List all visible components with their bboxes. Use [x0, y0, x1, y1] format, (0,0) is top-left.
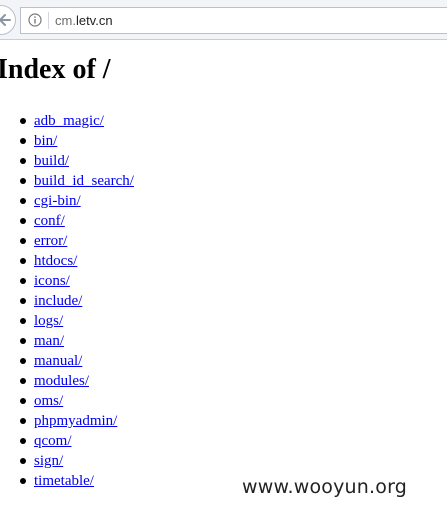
url-host-domain: letv.cn: [75, 13, 113, 28]
directory-list-item: build/: [0, 151, 134, 171]
info-icon[interactable]: [28, 13, 42, 27]
bullet-icon: [20, 258, 26, 264]
address-separator: [48, 12, 49, 29]
directory-list-item: cgi-bin/: [0, 191, 134, 211]
url-text[interactable]: cm.letv.cn: [55, 13, 113, 28]
directory-list-item: modules/: [0, 371, 134, 391]
bullet-icon: [20, 178, 26, 184]
directory-list-item: phpmyadmin/: [0, 411, 134, 431]
bullet-icon: [20, 418, 26, 424]
bullet-icon: [20, 278, 26, 284]
directory-link[interactable]: manual/: [34, 353, 82, 369]
directory-link[interactable]: adb_magic/: [34, 113, 104, 129]
directory-link[interactable]: phpmyadmin/: [34, 413, 117, 429]
directory-list-item: qcom/: [0, 431, 134, 451]
directory-list-item: man/: [0, 331, 134, 351]
browser-window: cm.letv.cn Index of / adb_magic/bin/buil…: [0, 0, 447, 517]
directory-list-item: oms/: [0, 391, 134, 411]
bullet-icon: [20, 378, 26, 384]
directory-list-item: sign/: [0, 451, 134, 471]
bullet-icon: [20, 118, 26, 124]
bullet-icon: [20, 298, 26, 304]
address-bar[interactable]: cm.letv.cn: [20, 7, 447, 34]
directory-list-item: bin/: [0, 131, 134, 151]
directory-list-item: icons/: [0, 271, 134, 291]
bullet-icon: [20, 398, 26, 404]
bullet-icon: [20, 478, 26, 484]
directory-list-item: conf/: [0, 211, 134, 231]
directory-link[interactable]: icons/: [34, 273, 70, 289]
directory-link[interactable]: bin/: [34, 133, 57, 149]
directory-link[interactable]: sign/: [34, 453, 63, 469]
bullet-icon: [20, 158, 26, 164]
directory-link[interactable]: build_id_search/: [34, 173, 134, 189]
directory-list-item: timetable/: [0, 471, 134, 491]
directory-link[interactable]: oms/: [34, 393, 63, 409]
directory-link[interactable]: include/: [34, 293, 82, 309]
watermark: www.wooyun.org: [242, 476, 408, 498]
directory-link[interactable]: qcom/: [34, 433, 72, 449]
directory-link[interactable]: man/: [34, 333, 64, 349]
directory-list-item: htdocs/: [0, 251, 134, 271]
bullet-icon: [20, 238, 26, 244]
page-title: Index of /: [0, 54, 111, 85]
bullet-icon: [20, 338, 26, 344]
bullet-icon: [20, 198, 26, 204]
directory-link[interactable]: htdocs/: [34, 253, 77, 269]
directory-list: adb_magic/bin/build/build_id_search/cgi-…: [0, 111, 134, 491]
directory-list-item: build_id_search/: [0, 171, 134, 191]
directory-list-item: include/: [0, 291, 134, 311]
directory-link[interactable]: modules/: [34, 373, 89, 389]
directory-link[interactable]: logs/: [34, 313, 63, 329]
directory-link[interactable]: build/: [34, 153, 69, 169]
directory-list-item: error/: [0, 231, 134, 251]
bullet-icon: [20, 218, 26, 224]
directory-link[interactable]: error/: [34, 233, 67, 249]
back-button[interactable]: [0, 5, 16, 35]
directory-link[interactable]: conf/: [34, 213, 65, 229]
back-arrow-icon: [0, 14, 11, 26]
bullet-icon: [20, 438, 26, 444]
bullet-icon: [20, 138, 26, 144]
url-host-prefix: cm.: [55, 13, 76, 28]
bullet-icon: [20, 358, 26, 364]
directory-list-item: logs/: [0, 311, 134, 331]
bullet-icon: [20, 318, 26, 324]
browser-toolbar: cm.letv.cn: [0, 0, 447, 40]
bullet-icon: [20, 458, 26, 464]
directory-list-item: manual/: [0, 351, 134, 371]
directory-list-item: adb_magic/: [0, 111, 134, 131]
directory-link[interactable]: cgi-bin/: [34, 193, 81, 209]
directory-link[interactable]: timetable/: [34, 473, 94, 489]
